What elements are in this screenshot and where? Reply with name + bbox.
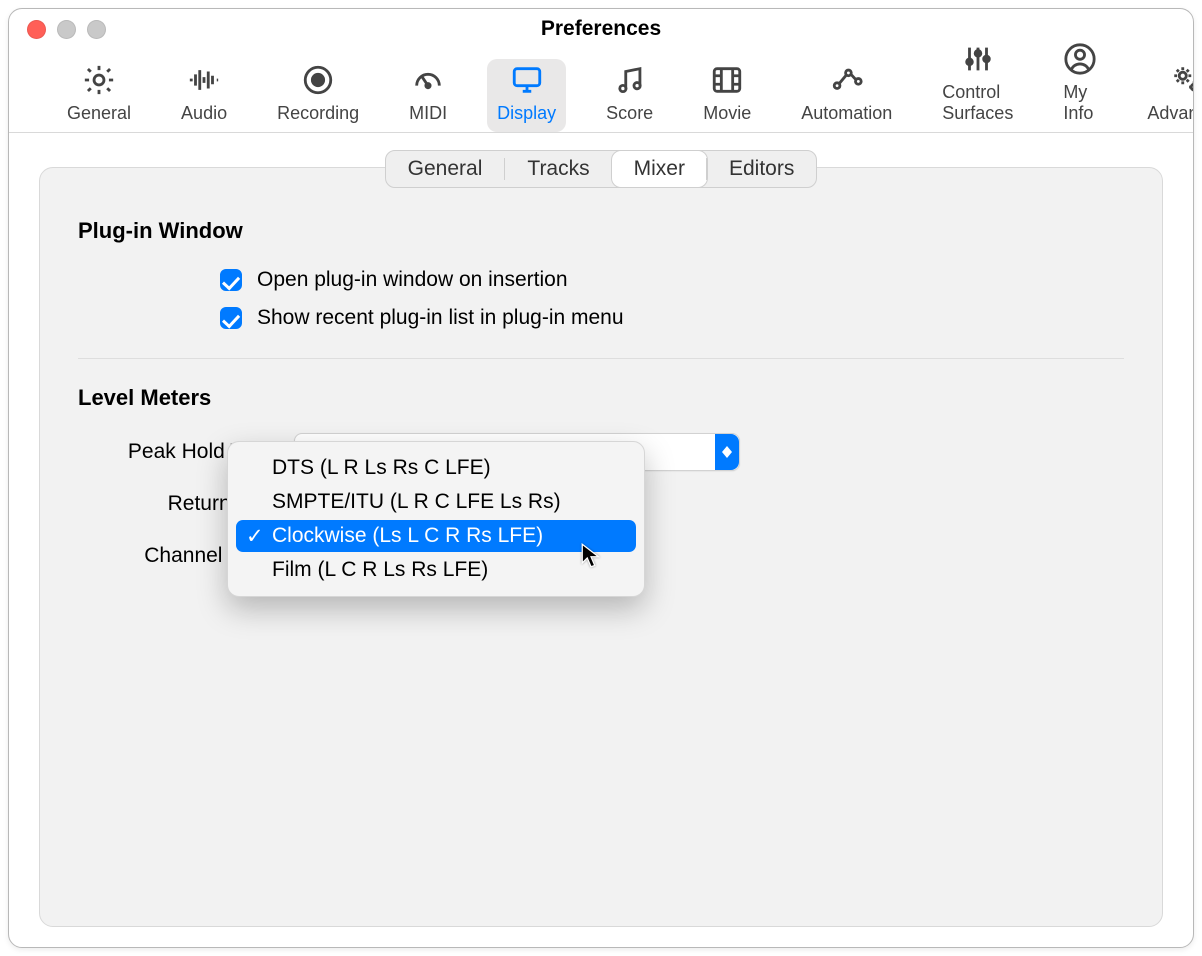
notes-icon xyxy=(613,63,647,97)
toolbar-control[interactable]: Control Surfaces xyxy=(932,38,1023,132)
check-icon: ✓ xyxy=(246,524,264,549)
toolbar-recording[interactable]: Recording xyxy=(267,59,369,132)
tab-tracks[interactable]: Tracks xyxy=(505,151,611,187)
toolbar-label: Display xyxy=(497,103,556,124)
gauge-icon xyxy=(411,63,445,97)
segmented-tabs: GeneralTracksMixerEditors xyxy=(40,150,1162,188)
toolbar-movie[interactable]: Movie xyxy=(693,59,761,132)
menu-item[interactable]: SMPTE/ITU (L R C LFE Ls Rs) xyxy=(236,486,636,518)
toolbar-advanced[interactable]: Advanced xyxy=(1137,59,1194,132)
toolbar-label: Recording xyxy=(277,103,359,124)
toolbar-general[interactable]: General xyxy=(57,59,141,132)
toolbar-audio[interactable]: Audio xyxy=(171,59,237,132)
toolbar-label: Control Surfaces xyxy=(942,82,1013,124)
toolbar: General Audio Recording MIDI Display Score Mov… xyxy=(9,49,1193,133)
film-icon xyxy=(710,63,744,97)
menu-item[interactable]: Film (L C R Ls Rs LFE) xyxy=(236,554,636,586)
preferences-window: Preferences General Audio Recording MIDI Dis… xyxy=(8,8,1194,948)
toolbar-label: Score xyxy=(606,103,653,124)
show-recent-plugin-label: Show recent plug-in list in plug-in menu xyxy=(257,306,624,330)
automation-icon xyxy=(830,63,864,97)
tab-editors[interactable]: Editors xyxy=(707,151,816,187)
waveform-icon xyxy=(187,63,221,97)
divider xyxy=(78,358,1124,359)
menu-item-label: SMPTE/ITU (L R C LFE Ls Rs) xyxy=(272,490,561,514)
menu-item-label: Clockwise (Ls L C R Rs LFE) xyxy=(272,524,543,548)
menu-item-label: DTS (L R Ls Rs C LFE) xyxy=(272,456,491,480)
open-plugin-on-insert-checkbox[interactable] xyxy=(220,269,242,291)
channel-order-menu[interactable]: DTS (L R Ls Rs C LFE) SMPTE/ITU (L R C LF… xyxy=(227,441,645,597)
toolbar-score[interactable]: Score xyxy=(596,59,663,132)
toolbar-label: My Info xyxy=(1063,82,1097,124)
toolbar-label: Advanced xyxy=(1147,103,1194,124)
menu-item[interactable]: ✓ Clockwise (Ls L C R Rs LFE) xyxy=(236,520,636,552)
show-recent-plugin-checkbox[interactable] xyxy=(220,307,242,329)
toolbar-label: MIDI xyxy=(409,103,447,124)
section-plugin-window-title: Plug-in Window xyxy=(78,218,1124,244)
toolbar-display[interactable]: Display xyxy=(487,59,566,132)
toolbar-automation[interactable]: Automation xyxy=(791,59,902,132)
menu-item-label: Film (L C R Ls Rs LFE) xyxy=(272,558,488,582)
cursor-icon xyxy=(581,543,601,567)
gear-icon xyxy=(82,63,116,97)
titlebar: Preferences xyxy=(9,9,1193,49)
window-title: Preferences xyxy=(9,17,1193,41)
record-icon xyxy=(301,63,335,97)
gears-icon xyxy=(1170,63,1194,97)
toolbar-label: Movie xyxy=(703,103,751,124)
tab-general[interactable]: General xyxy=(386,151,505,187)
toolbar-myinfo[interactable]: My Info xyxy=(1053,38,1107,132)
section-level-meters-title: Level Meters xyxy=(78,385,1124,411)
open-plugin-on-insert-label: Open plug-in window on insertion xyxy=(257,268,568,292)
tab-mixer[interactable]: Mixer xyxy=(612,151,707,187)
toolbar-label: General xyxy=(67,103,131,124)
monitor-icon xyxy=(510,63,544,97)
menu-item[interactable]: DTS (L R Ls Rs C LFE) xyxy=(236,452,636,484)
toolbar-label: Audio xyxy=(181,103,227,124)
toolbar-label: Automation xyxy=(801,103,892,124)
toolbar-midi[interactable]: MIDI xyxy=(399,59,457,132)
stepper-icon xyxy=(715,434,739,470)
